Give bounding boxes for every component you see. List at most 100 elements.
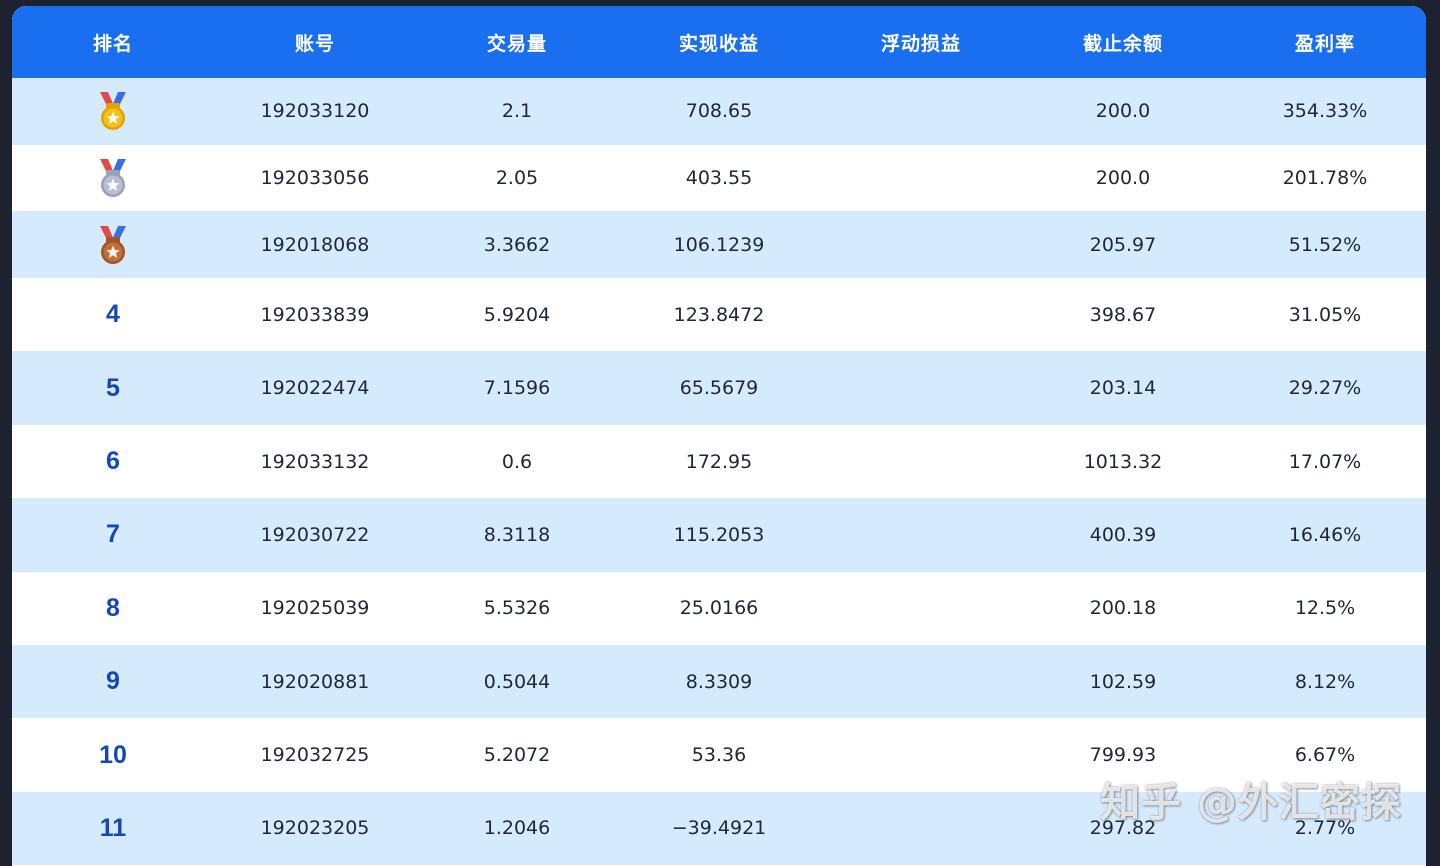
realized-pnl-cell: 403.55 <box>685 167 753 190</box>
rank-cell: 4 <box>12 278 214 351</box>
header-volume[interactable]: 交易量 <box>416 6 618 78</box>
volume-cell: 5.5326 <box>483 597 551 620</box>
account-cell: 192032725 <box>260 744 370 767</box>
header-rank[interactable]: 排名 <box>12 6 214 78</box>
floating-pnl-cell <box>820 145 1022 212</box>
floating-pnl-cell <box>820 78 1022 145</box>
realized-pnl-cell: 53.36 <box>691 744 747 767</box>
volume-cell: 0.6 <box>501 450 533 473</box>
balance-cell: 102.59 <box>1089 670 1157 693</box>
realized-pnl-cell: 172.95 <box>685 450 753 473</box>
profit-rate-cell: 354.33% <box>1282 100 1368 123</box>
rank-cell: 9 <box>12 645 214 718</box>
bronze-medal-icon <box>96 224 130 266</box>
floating-pnl-cell <box>820 645 1022 718</box>
profit-rate-cell: 201.78% <box>1282 167 1368 190</box>
rank-cell: 6 <box>12 425 214 498</box>
rank-cell: 8 <box>12 572 214 645</box>
floating-pnl-cell <box>820 351 1022 424</box>
realized-pnl-cell: 115.2053 <box>673 523 765 546</box>
table-row[interactable]: 192033120 2.1 708.65 200.0 354.33% <box>12 78 1426 145</box>
rank-cell: 10 <box>12 718 214 791</box>
balance-cell: 200.0 <box>1095 100 1151 123</box>
watermark: 知乎 @外汇密探 <box>1100 780 1402 826</box>
profit-rate-cell: 12.5% <box>1294 597 1356 620</box>
floating-pnl-cell <box>820 425 1022 498</box>
table-row[interactable]: 192033056 2.05 403.55 200.0 201.78% <box>12 144 1426 212</box>
volume-cell: 1.2046 <box>483 817 551 840</box>
table-row[interactable]: 9 192020881 0.5044 8.3309 102.59 8.12% <box>12 645 1426 719</box>
header-account[interactable]: 账号 <box>214 6 416 78</box>
rank-number: 8 <box>106 593 120 622</box>
account-cell: 192033056 <box>260 167 370 190</box>
floating-pnl-cell <box>820 718 1022 791</box>
ranking-table: 排名 账号 交易量 实现收益 浮动损益 截止余额 盈利率 192033120 2.… <box>12 6 1426 866</box>
profit-rate-cell: 8.12% <box>1294 670 1356 693</box>
realized-pnl-cell: 123.8472 <box>673 303 765 326</box>
rank-number: 6 <box>106 447 120 476</box>
account-cell: 192023205 <box>260 817 370 840</box>
volume-cell: 8.3118 <box>483 523 551 546</box>
rank-number: 10 <box>99 740 127 769</box>
account-cell: 192030722 <box>260 523 370 546</box>
rank-cell <box>12 145 214 212</box>
header-balance[interactable]: 截止余额 <box>1022 6 1224 78</box>
profit-rate-cell: 51.52% <box>1288 233 1362 256</box>
gold-medal-icon <box>96 90 130 132</box>
table-row[interactable]: 4 192033839 5.9204 123.8472 398.67 31.05% <box>12 278 1426 352</box>
rank-number: 11 <box>99 813 127 842</box>
profit-rate-cell: 29.27% <box>1288 377 1362 400</box>
rank-number: 4 <box>106 300 120 329</box>
header-profit-rate[interactable]: 盈利率 <box>1224 6 1426 78</box>
account-cell: 192022474 <box>260 377 370 400</box>
floating-pnl-cell <box>820 572 1022 645</box>
rank-number: 9 <box>106 667 120 696</box>
volume-cell: 3.3662 <box>483 233 551 256</box>
balance-cell: 200.0 <box>1095 167 1151 190</box>
realized-pnl-cell: 8.3309 <box>685 670 753 693</box>
balance-cell: 400.39 <box>1089 523 1157 546</box>
balance-cell: 1013.32 <box>1083 450 1163 473</box>
rank-cell: 5 <box>12 351 214 424</box>
account-cell: 192020881 <box>260 670 370 693</box>
account-cell: 192033120 <box>260 100 370 123</box>
account-cell: 192018068 <box>260 233 370 256</box>
profit-rate-cell: 17.07% <box>1288 450 1362 473</box>
realized-pnl-cell: −39.4921 <box>671 817 767 840</box>
rank-cell <box>12 78 214 145</box>
header-realized-pnl[interactable]: 实现收益 <box>618 6 820 78</box>
balance-cell: 398.67 <box>1089 303 1157 326</box>
balance-cell: 200.18 <box>1089 597 1157 620</box>
volume-cell: 2.05 <box>495 167 539 190</box>
floating-pnl-cell <box>820 211 1022 278</box>
volume-cell: 0.5044 <box>483 670 551 693</box>
realized-pnl-cell: 106.1239 <box>673 233 765 256</box>
volume-cell: 5.2072 <box>483 744 551 767</box>
rank-number: 5 <box>106 373 120 402</box>
table-row[interactable]: 6 192033132 0.6 172.95 1013.32 17.07% <box>12 424 1426 499</box>
balance-cell: 205.97 <box>1089 233 1157 256</box>
rank-cell: 7 <box>12 498 214 571</box>
volume-cell: 2.1 <box>501 100 533 123</box>
realized-pnl-cell: 65.5679 <box>679 377 759 400</box>
floating-pnl-cell <box>820 278 1022 351</box>
rank-number: 7 <box>106 520 120 549</box>
table-row[interactable]: 7 192030722 8.3118 115.2053 400.39 16.46% <box>12 498 1426 572</box>
account-cell: 192033132 <box>260 450 370 473</box>
floating-pnl-cell <box>820 792 1022 865</box>
floating-pnl-cell <box>820 498 1022 571</box>
volume-cell: 5.9204 <box>483 303 551 326</box>
table-row[interactable]: 5 192022474 7.1596 65.5679 203.14 29.27% <box>12 351 1426 425</box>
silver-medal-icon <box>96 157 130 199</box>
table-row[interactable]: 8 192025039 5.5326 25.0166 200.18 12.5% <box>12 571 1426 646</box>
header-floating-pnl[interactable]: 浮动损益 <box>820 6 1022 78</box>
realized-pnl-cell: 708.65 <box>685 100 753 123</box>
volume-cell: 7.1596 <box>483 377 551 400</box>
rank-cell: 11 <box>12 792 214 865</box>
account-cell: 192033839 <box>260 303 370 326</box>
profit-rate-cell: 16.46% <box>1288 523 1362 546</box>
account-cell: 192025039 <box>260 597 370 620</box>
table-row[interactable]: 192018068 3.3662 106.1239 205.97 51.52% <box>12 211 1426 279</box>
table-body: 192033120 2.1 708.65 200.0 354.33% 192033056 2… <box>12 78 1426 866</box>
realized-pnl-cell: 25.0166 <box>679 597 759 620</box>
